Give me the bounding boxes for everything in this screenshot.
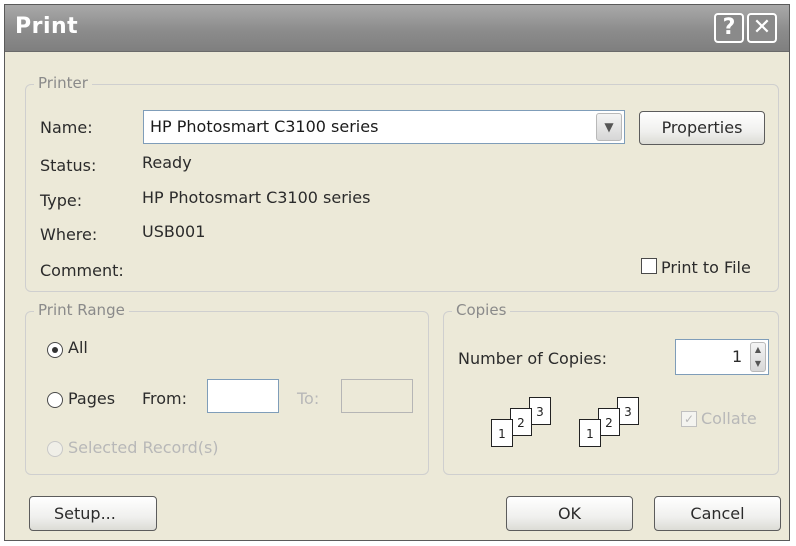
page-2-icon: 2 [510, 408, 532, 436]
copies-legend: Copies [452, 301, 511, 319]
print-to-file-checkbox[interactable] [641, 258, 657, 274]
copies-value: 1 [732, 347, 743, 366]
from-input[interactable] [207, 379, 279, 413]
page-1-icon: 1 [491, 419, 513, 447]
collate-label[interactable]: Collate [701, 409, 757, 428]
setup-button[interactable]: Setup... [29, 496, 157, 531]
printer-legend: Printer [34, 74, 92, 92]
name-label: Name: [40, 118, 93, 137]
cancel-button[interactable]: Cancel [654, 496, 781, 531]
printer-name-value: HP Photosmart C3100 series [150, 117, 379, 136]
all-radio[interactable] [47, 342, 63, 358]
print-range-legend: Print Range [34, 301, 129, 319]
print-dialog: Print ? ✕ Printer Name: HP Photosmart C3… [4, 4, 790, 541]
copies-group: Copies [443, 301, 779, 475]
to-input[interactable] [341, 379, 413, 413]
chevron-down-icon[interactable]: ▼ [596, 113, 622, 141]
from-label: From: [142, 389, 188, 408]
pages-label[interactable]: Pages [68, 389, 115, 408]
collate-checkbox[interactable]: ✓ [681, 411, 697, 427]
page-3-icon: 3 [529, 397, 551, 425]
printer-name-select[interactable]: HP Photosmart C3100 series ▼ [143, 110, 625, 144]
all-label[interactable]: All [68, 338, 88, 357]
comment-label: Comment: [40, 261, 124, 280]
close-button[interactable]: ✕ [747, 13, 777, 43]
copies-stepper[interactable]: 1 ▲ ▼ [675, 339, 769, 375]
where-value: USB001 [142, 222, 206, 241]
type-value: HP Photosmart C3100 series [142, 188, 371, 207]
to-label: To: [297, 389, 320, 408]
ok-button[interactable]: OK [506, 496, 633, 531]
print-to-file-label[interactable]: Print to File [661, 258, 751, 277]
spinner-arrows-icon[interactable]: ▲ ▼ [750, 342, 766, 372]
properties-button[interactable]: Properties [639, 111, 765, 145]
page-1-icon: 1 [579, 419, 601, 447]
help-button[interactable]: ? [714, 13, 744, 43]
type-label: Type: [40, 191, 83, 210]
selected-records-radio[interactable] [47, 441, 63, 457]
status-label: Status: [40, 156, 97, 175]
title-bar: Print ? ✕ [5, 5, 789, 52]
dialog-title: Print [15, 14, 79, 39]
number-of-copies-label: Number of Copies: [458, 349, 607, 368]
page-2-icon: 2 [598, 408, 620, 436]
pages-radio[interactable] [47, 392, 63, 408]
page-3-icon: 3 [617, 397, 639, 425]
status-value: Ready [142, 153, 192, 172]
where-label: Where: [40, 225, 98, 244]
selected-records-label[interactable]: Selected Record(s) [68, 438, 219, 457]
